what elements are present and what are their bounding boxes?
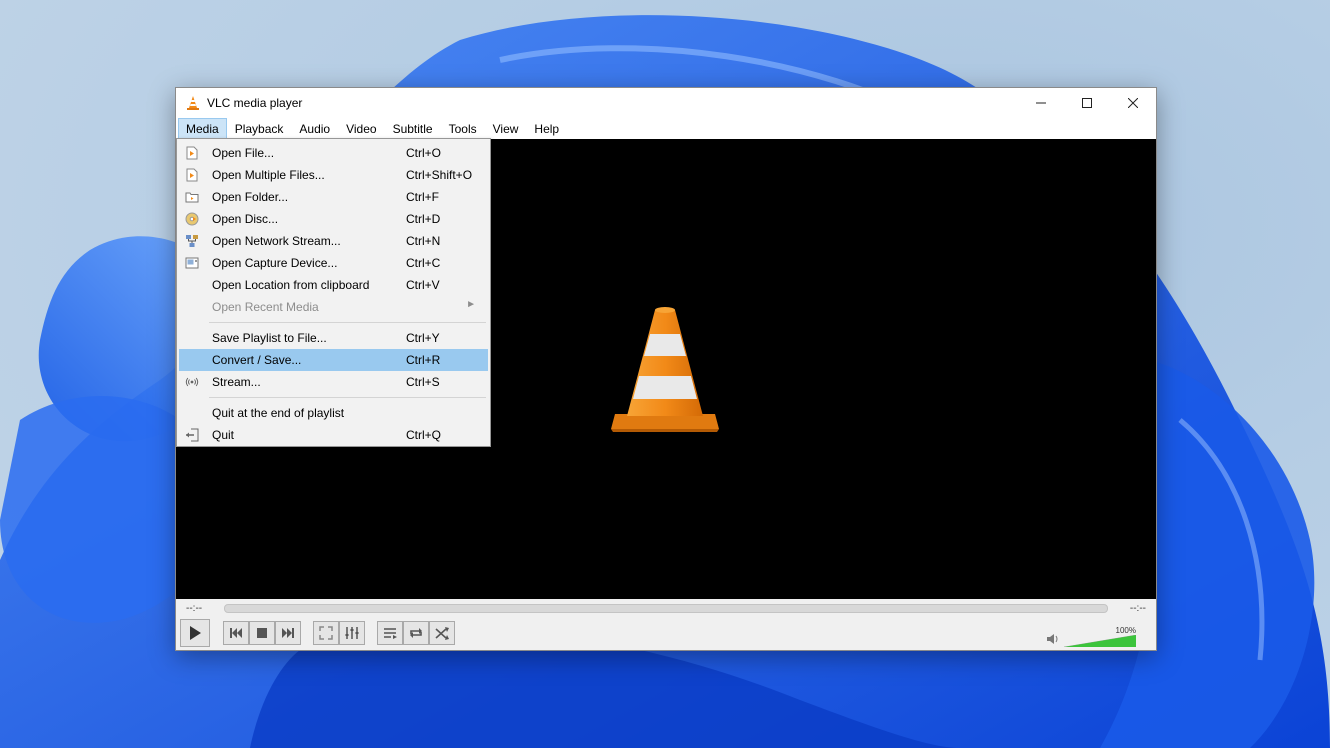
shuffle-icon [435, 627, 449, 640]
multiple-files-icon [186, 168, 198, 182]
menu-open-location-clipboard[interactable]: Open Location from clipboard Ctrl+V [179, 274, 488, 296]
control-bar: --:-- --:-- 100% [176, 599, 1156, 650]
menu-tools[interactable]: Tools [441, 118, 485, 140]
menu-media[interactable]: Media [178, 117, 227, 140]
next-icon [282, 628, 294, 638]
playlist-icon [384, 628, 397, 639]
loop-icon [410, 628, 422, 638]
speaker-icon[interactable] [1046, 633, 1060, 645]
capture-device-icon [185, 257, 199, 269]
menu-view[interactable]: View [485, 118, 527, 140]
stop-icon [257, 628, 267, 638]
vlc-logo-cone [611, 307, 719, 432]
shuffle-button[interactable] [429, 621, 455, 645]
extended-settings-button[interactable] [339, 621, 365, 645]
menu-help[interactable]: Help [526, 118, 567, 140]
media-menu-dropdown: Open File... Ctrl+O Open Multiple Files.… [176, 138, 491, 447]
menu-open-folder[interactable]: Open Folder... Ctrl+F [179, 186, 488, 208]
menu-bar: Media Playback Audio Video Subtitle Tool… [176, 117, 1156, 140]
menu-open-multiple-files[interactable]: Open Multiple Files... Ctrl+Shift+O [179, 164, 488, 186]
seek-bar[interactable] [224, 604, 1108, 613]
menu-open-file[interactable]: Open File... Ctrl+O [179, 142, 488, 164]
window-title: VLC media player [207, 96, 303, 110]
menu-open-disc[interactable]: Open Disc... Ctrl+D [179, 208, 488, 230]
menu-open-capture-device[interactable]: Open Capture Device... Ctrl+C [179, 252, 488, 274]
menu-subtitle[interactable]: Subtitle [385, 118, 441, 140]
stream-icon [185, 377, 199, 387]
menu-open-network-stream[interactable]: Open Network Stream... Ctrl+N [179, 230, 488, 252]
network-icon [186, 235, 198, 247]
maximize-button[interactable] [1064, 88, 1110, 118]
elapsed-time: --:-- [186, 603, 203, 614]
menu-open-recent-media[interactable]: Open Recent Media ► [179, 296, 488, 318]
menu-playback[interactable]: Playback [227, 118, 292, 140]
submenu-arrow-icon: ► [466, 299, 476, 310]
playlist-button[interactable] [377, 621, 403, 645]
vlc-cone-icon [187, 96, 199, 110]
disc-icon [185, 212, 199, 226]
menu-quit-end-of-playlist[interactable]: Quit at the end of playlist [179, 402, 488, 424]
menu-convert-save[interactable]: Convert / Save... Ctrl+R [179, 349, 488, 371]
menu-stream[interactable]: Stream... Ctrl+S [179, 371, 488, 393]
folder-icon [185, 192, 199, 203]
maximize-icon [1082, 98, 1092, 108]
stop-button[interactable] [249, 621, 275, 645]
title-bar[interactable]: VLC media player [176, 88, 1156, 118]
minimize-button[interactable] [1018, 88, 1064, 118]
close-icon [1128, 98, 1138, 108]
quit-icon [186, 428, 199, 442]
next-button[interactable] [275, 621, 301, 645]
menu-separator [209, 397, 486, 398]
menu-save-playlist[interactable]: Save Playlist to File... Ctrl+Y [179, 327, 488, 349]
volume-slider[interactable] [1064, 635, 1136, 647]
play-icon [190, 626, 201, 640]
previous-icon [230, 628, 242, 638]
equalizer-icon [345, 627, 359, 639]
menu-quit[interactable]: Quit Ctrl+Q [179, 424, 488, 446]
menu-audio[interactable]: Audio [291, 118, 338, 140]
minimize-icon [1036, 102, 1046, 104]
total-time: --:-- [1129, 603, 1146, 614]
menu-separator [209, 322, 486, 323]
fullscreen-icon [319, 626, 333, 640]
loop-button[interactable] [403, 621, 429, 645]
close-button[interactable] [1110, 88, 1156, 118]
volume-label: 100% [1115, 626, 1136, 635]
menu-video[interactable]: Video [338, 118, 384, 140]
previous-button[interactable] [223, 621, 249, 645]
fullscreen-button[interactable] [313, 621, 339, 645]
file-icon [186, 146, 198, 160]
play-button[interactable] [180, 619, 210, 647]
